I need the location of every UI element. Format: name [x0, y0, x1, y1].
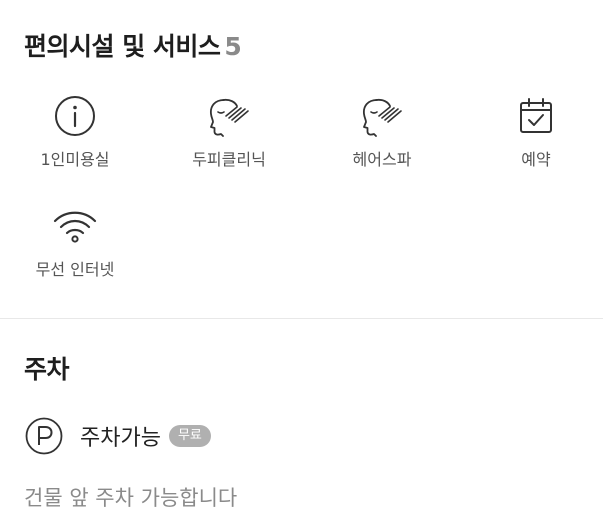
free-badge: 무료 [168, 425, 211, 447]
amenity-item-wifi: 무선 인터넷 [0, 202, 150, 280]
hair-spa-icon [363, 98, 402, 137]
amenity-label: 무선 인터넷 [35, 260, 115, 279]
amenities-title-text: 편의시설 및 서비스 [24, 32, 221, 61]
parking-status-row: 주차가능 무료 [24, 416, 211, 456]
parking-section-title: 주차 [24, 355, 70, 384]
info-icon [55, 96, 95, 136]
amenity-label: 두피클리닉 [192, 150, 266, 169]
parking-icon [25, 417, 63, 455]
parking-status: 주차가능 [80, 426, 161, 451]
scalp-care-icon [210, 98, 249, 137]
amenity-label: 헤어스파 [352, 150, 412, 169]
amenity-item-hair-spa: 헤어스파 [307, 92, 457, 170]
place-info-panel: 편의시설 및 서비스 5 1인미용실 두피클리닉 헤어스파 예약 무선 인터넷 … [0, 0, 603, 528]
amenities-section-title: 편의시설 및 서비스 5 [24, 27, 242, 63]
section-divider [0, 318, 603, 319]
amenity-item-private-salon: 1인미용실 [0, 92, 150, 170]
amenity-label: 예약 [521, 150, 551, 169]
amenity-item-scalp-clinic: 두피클리닉 [154, 92, 304, 170]
wifi-icon [53, 211, 97, 243]
amenity-label: 1인미용실 [40, 150, 110, 169]
calendar-check-icon [520, 98, 552, 133]
amenities-count: 5 [224, 32, 242, 61]
amenity-item-reservation: 예약 [461, 92, 603, 170]
parking-note: 건물 앞 주차 가능합니다 [24, 486, 238, 510]
